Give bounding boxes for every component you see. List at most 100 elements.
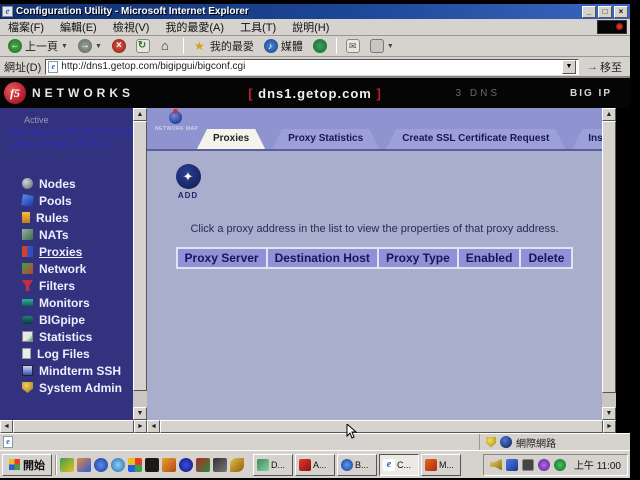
scrollbar-thumb[interactable] (160, 420, 603, 433)
forward-button[interactable]: ▼ (74, 38, 106, 54)
print-button[interactable]: ▼ (366, 38, 398, 54)
sidebar-item-nats[interactable]: NATs (0, 226, 133, 243)
sidebar-item-proxies[interactable]: Proxies (0, 243, 133, 260)
menu-favorites[interactable]: 我的最愛(A) (157, 19, 232, 35)
back-button[interactable]: 上一頁 ▼ (4, 37, 72, 55)
network-tray-icon[interactable] (554, 459, 566, 471)
scroll-left-icon[interactable]: ◄ (0, 420, 13, 433)
volume-icon[interactable] (490, 459, 502, 471)
sidebar-item-network[interactable]: Network (0, 260, 133, 277)
menu-tools[interactable]: 工具(T) (232, 19, 284, 35)
scroll-right-icon[interactable]: ► (134, 420, 147, 433)
taskbar-window-button-active[interactable]: e C... (379, 454, 419, 476)
taskbar-window-button[interactable]: M... (421, 454, 461, 476)
scroll-up-icon[interactable]: ▲ (133, 108, 147, 121)
taskbar-window-button[interactable]: D... (253, 454, 293, 476)
display-icon[interactable] (522, 459, 534, 471)
bracket-right: ] (376, 86, 381, 101)
app-icon (425, 459, 437, 471)
quicklaunch-icon[interactable] (230, 458, 244, 472)
stop-button[interactable] (108, 38, 130, 54)
content-hscrollbar[interactable]: ◄ ► (147, 420, 616, 433)
sidebar-item-pools[interactable]: Pools (0, 192, 133, 209)
quicklaunch-icon[interactable] (213, 458, 227, 472)
quicklaunch-icon[interactable] (128, 458, 142, 472)
address-field[interactable]: e ▼ (45, 59, 579, 75)
column-destination-host: Destination Host (266, 247, 379, 269)
address-dropdown-icon[interactable]: ▼ (562, 60, 576, 74)
back-dropdown-icon[interactable]: ▼ (61, 43, 68, 50)
scrollbar-thumb[interactable] (133, 121, 147, 391)
media-button[interactable]: 媒體 (260, 37, 307, 55)
sidebar-item-rules[interactable]: Rules (0, 209, 133, 226)
column-proxy-server: Proxy Server (176, 247, 268, 269)
sidebar-item-system-admin[interactable]: System Admin (0, 379, 133, 396)
scroll-right-icon[interactable]: ► (603, 420, 616, 433)
menu-help[interactable]: 說明(H) (284, 19, 337, 35)
forward-dropdown-icon[interactable]: ▼ (95, 43, 102, 50)
internet-globe-icon (500, 436, 512, 448)
stop-icon (112, 39, 126, 53)
go-button[interactable]: → 移至 (583, 59, 626, 75)
scroll-down-icon[interactable]: ▼ (133, 407, 147, 420)
add-proxy-button[interactable]: ✦ ADD (165, 164, 211, 200)
app-tray-icon[interactable] (538, 459, 550, 471)
navigation-sidebar: Active Mon Sep 2 11:09:28 CST 2002 uptim… (0, 108, 133, 420)
tab-create-ssl-certificate-request[interactable]: Create SSL Certificate Request (386, 129, 565, 149)
history-button[interactable] (309, 38, 331, 54)
scroll-down-icon[interactable]: ▼ (602, 407, 616, 420)
menu-edit[interactable]: 編輯(E) (52, 19, 105, 35)
close-button[interactable]: × (614, 6, 628, 18)
taskbar-clock[interactable]: 上午 11:00 (574, 457, 621, 472)
tab-proxy-statistics[interactable]: Proxy Statistics (272, 129, 379, 149)
print-dropdown-icon[interactable]: ▼ (387, 43, 394, 50)
home-button[interactable] (156, 38, 178, 54)
f5-brand-text: NETWORKS (32, 86, 134, 100)
sidebar-item-filters[interactable]: Filters (0, 277, 133, 294)
quicklaunch-icon[interactable] (94, 458, 108, 472)
taskbar-window-button[interactable]: A... (295, 454, 335, 476)
tab-proxies[interactable]: Proxies (197, 129, 265, 149)
quicklaunch-icon[interactable] (179, 458, 193, 472)
taskbar-window-button[interactable]: B... (337, 454, 377, 476)
quicklaunch-icon[interactable] (145, 458, 159, 472)
minimize-button[interactable]: _ (582, 6, 596, 18)
scroll-up-icon[interactable]: ▲ (602, 108, 616, 121)
scrollbar-thumb[interactable] (13, 420, 134, 433)
tab-install-ssl-certificate[interactable]: Install SSL Certif (572, 129, 602, 149)
quicklaunch-icon[interactable] (162, 458, 176, 472)
go-label: 移至 (600, 59, 622, 75)
menu-file[interactable]: 檔案(F) (0, 19, 52, 35)
refresh-button[interactable] (132, 38, 154, 54)
sidebar-scrollbar[interactable]: ▲ ▼ (133, 108, 147, 420)
scrollbar-thumb[interactable] (602, 121, 616, 393)
system-datetime: Mon Sep 2 11:09:28 CST 2002 (10, 127, 133, 137)
sidebar-item-logfiles[interactable]: Log Files (0, 345, 133, 362)
sidebar-item-statistics[interactable]: Statistics (0, 328, 133, 345)
sidebar-item-mindterm-ssh[interactable]: Mindterm SSH (0, 362, 133, 379)
bracket-left: [ (248, 86, 253, 101)
sidebar-item-nodes[interactable]: Nodes (0, 175, 133, 192)
content-scrollbar[interactable]: ▲ ▼ (602, 108, 616, 420)
quicklaunch-icon[interactable] (60, 458, 74, 472)
mail-button[interactable] (342, 38, 364, 54)
scroll-left-icon[interactable]: ◄ (147, 420, 160, 433)
logfiles-icon (22, 348, 31, 359)
filters-icon (22, 280, 33, 291)
sidebar-item-bigpipe[interactable]: BIGpipe (0, 311, 133, 328)
maximize-button[interactable]: □ (598, 6, 612, 18)
mindterm-ssh-icon (22, 365, 33, 376)
network-map-button[interactable]: NETWORK MAP (155, 111, 195, 132)
sidebar-item-monitors[interactable]: Monitors (0, 294, 133, 311)
messenger-icon[interactable] (506, 459, 518, 471)
menu-view[interactable]: 檢視(V) (105, 19, 158, 35)
task-buttons: D... A... B... e C... M... (247, 454, 480, 476)
sidebar-hscrollbar[interactable]: ◄ ► (0, 420, 147, 433)
address-input[interactable] (61, 61, 559, 72)
start-button[interactable]: 開始 (2, 454, 52, 476)
quicklaunch-icon[interactable] (77, 458, 91, 472)
favorites-button[interactable]: 我的最愛 (189, 37, 258, 55)
quicklaunch-icon[interactable] (111, 458, 125, 472)
quicklaunch-icon[interactable] (196, 458, 210, 472)
tab-strip: NETWORK MAP Proxies Proxy Statistics Cre… (147, 108, 602, 151)
